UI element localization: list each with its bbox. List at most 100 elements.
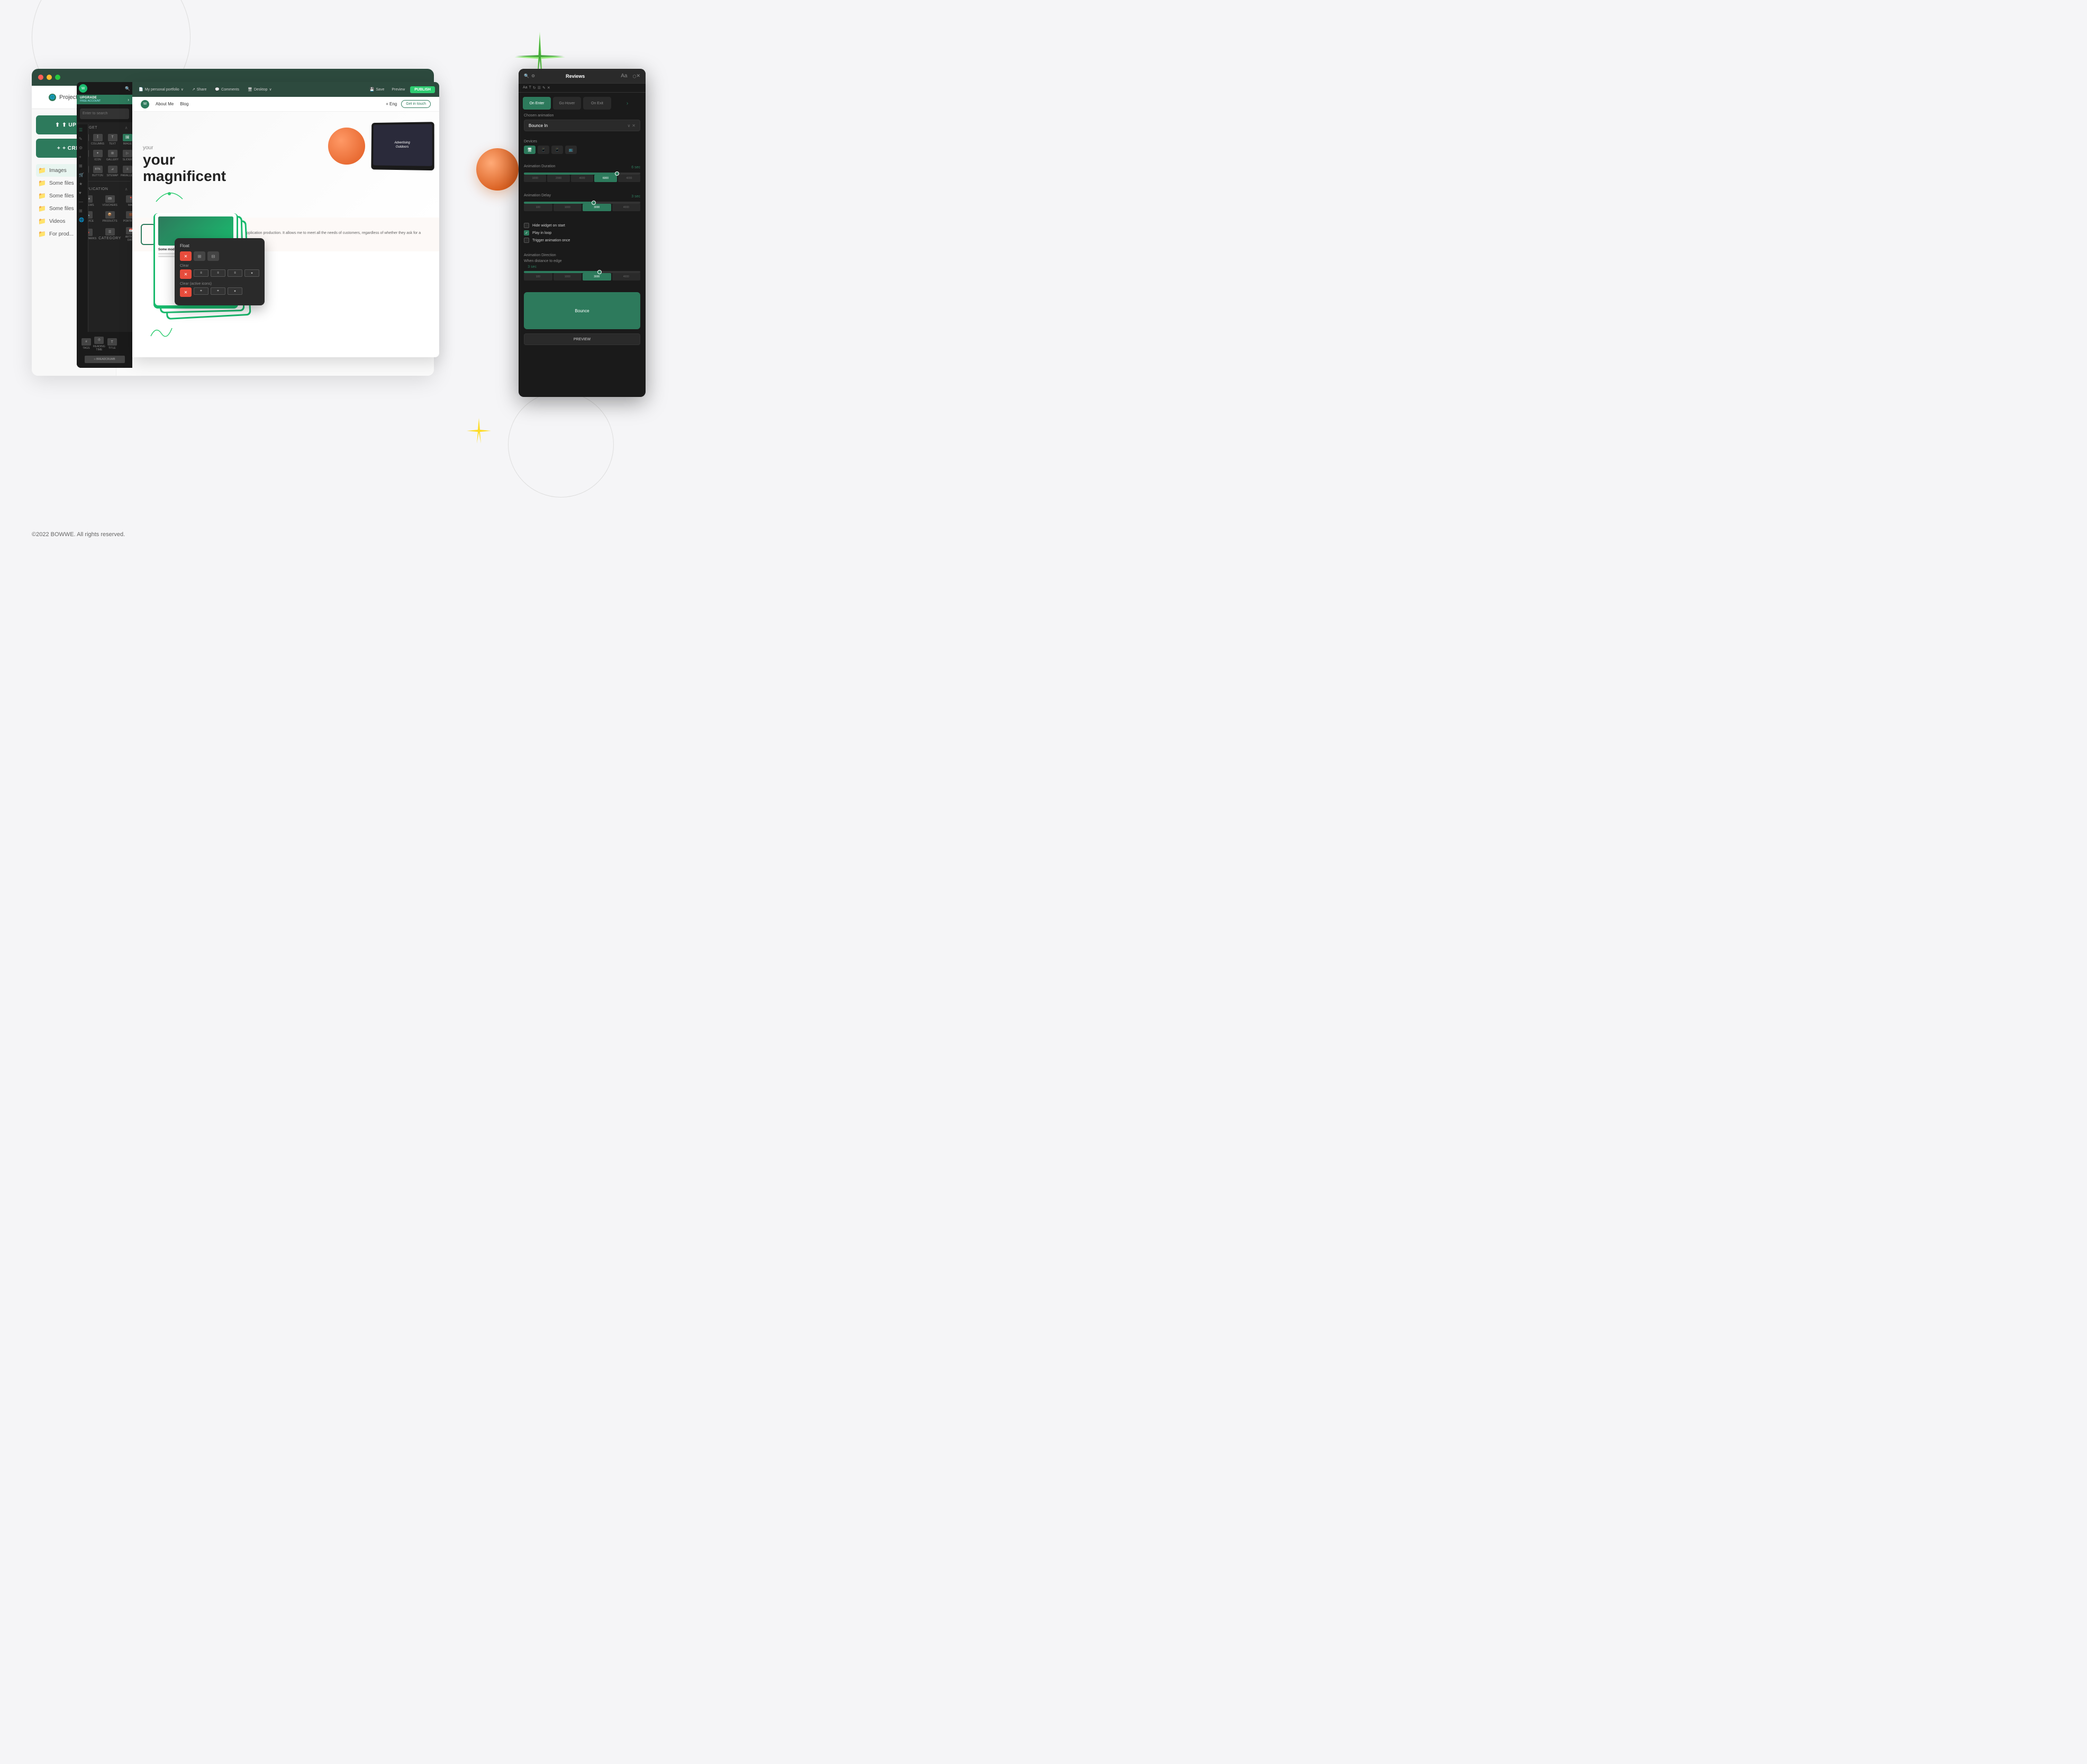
app-title-2[interactable]: T TITLE xyxy=(107,335,117,353)
minimize-dot[interactable] xyxy=(47,75,52,80)
widget-item-parallax[interactable]: ≡ PARALLEX xyxy=(120,164,132,179)
play-loop-checkbox[interactable]: ✓ xyxy=(524,230,529,236)
tab-go-hover[interactable]: Go Hover xyxy=(553,97,581,110)
anim-search-icon[interactable]: 🔍 xyxy=(524,74,529,78)
anim-expand-icon[interactable]: ⬡ xyxy=(632,74,636,79)
cart-icon[interactable]: 🛒 xyxy=(79,173,86,177)
sidebar-folder-label: Images xyxy=(49,168,67,174)
app-portfolio[interactable]: 💼 PORTFOLIO xyxy=(123,210,132,224)
float-input-4[interactable]: ✦ xyxy=(244,269,259,277)
tool-icon-6[interactable]: ✕ xyxy=(547,86,550,90)
app-vouchers[interactable]: 🎟 VOUCHERS xyxy=(98,194,122,209)
search-top-icon[interactable]: 🔍 xyxy=(125,86,130,91)
settings-icon[interactable]: ⚙ xyxy=(79,146,86,150)
nav-contact-btn[interactable]: Get in touch xyxy=(401,100,431,108)
comments-btn[interactable]: 💬 Comments xyxy=(213,86,241,93)
hide-widget-checkbox[interactable] xyxy=(524,223,529,228)
nav-about[interactable]: About Me xyxy=(156,102,174,106)
layers-icon[interactable]: ☰ xyxy=(79,128,86,132)
distance-thumb[interactable] xyxy=(597,270,602,274)
anim-preview-btn[interactable]: PREVIEW xyxy=(524,333,640,345)
float-clear-active-x[interactable]: ✕ xyxy=(180,287,192,297)
float-active-2[interactable]: ⌗ xyxy=(211,287,225,295)
reading-time-icon: ⏱ xyxy=(94,337,104,344)
duration-thumb[interactable] xyxy=(615,171,619,176)
anim-settings-icon[interactable]: ⚙ xyxy=(531,74,535,78)
app-products[interactable]: 📦 PRODUCTS xyxy=(98,210,122,224)
float-input-3[interactable]: ≡ xyxy=(228,269,242,277)
app-article-date[interactable]: 📅 ARTICLE DATE xyxy=(123,225,132,243)
distance-slider[interactable] xyxy=(524,271,640,273)
tab-on-exit[interactable]: On Exit xyxy=(583,97,611,110)
sitemap-icon: ⊿ xyxy=(108,166,117,173)
tool-icon-4[interactable]: ☰ xyxy=(538,86,541,90)
language-icon[interactable]: 🌐 xyxy=(79,218,86,222)
float-active-1[interactable]: ⌗ xyxy=(194,287,208,295)
float-active-3[interactable]: ✦ xyxy=(228,287,242,295)
desktop-selector[interactable]: 🖥 Desktop ∨ xyxy=(246,86,274,93)
anim-close-btn[interactable]: ✕ xyxy=(636,73,640,79)
widget-item-columns[interactable]: ⫿ COLUMNS xyxy=(90,132,105,147)
app-tags[interactable]: # TAGS xyxy=(81,335,92,353)
widget-item-text[interactable]: T TEXT xyxy=(106,132,119,147)
widget-item-button[interactable]: BTN BUTTON xyxy=(90,164,105,179)
sidebar-folder-label-2: Some files xyxy=(49,180,74,186)
share-btn[interactable]: ↗ Share xyxy=(190,86,209,93)
save-btn[interactable]: 💾 Save xyxy=(368,86,387,93)
widget-item-sitemap[interactable]: ⊿ SITEMAP xyxy=(106,164,119,179)
maximize-dot[interactable] xyxy=(55,75,60,80)
tab-on-enter[interactable]: On Enter xyxy=(523,97,551,110)
app-breadcrumb[interactable]: ›› BREADCRUMB xyxy=(79,354,130,366)
app-reading-time[interactable]: ⏱ READING TIME xyxy=(93,335,106,353)
delay-thumb[interactable] xyxy=(592,201,596,205)
add-icon[interactable]: + xyxy=(79,155,86,159)
float-close-btn[interactable]: ✕ xyxy=(180,251,192,261)
vouchers-icon: 🎟 xyxy=(105,195,115,203)
device-mobile[interactable]: 📱 xyxy=(551,146,563,154)
widget-item-image[interactable]: 🖼 IMAGE xyxy=(120,132,132,147)
aa-icon[interactable]: Aa xyxy=(621,73,627,79)
publish-btn[interactable]: PUBLISH xyxy=(410,86,435,93)
delay-slider[interactable] xyxy=(524,202,640,204)
tool-icon-5[interactable]: ✎ xyxy=(542,86,546,90)
device-tv[interactable]: 📺 xyxy=(565,146,577,154)
nav-blog[interactable]: Blog xyxy=(180,102,188,106)
upgrade-bar[interactable]: UPGRADE FREE ACCOUNT › xyxy=(77,95,132,104)
widget-item-icon[interactable]: ✦ ICON xyxy=(90,148,105,163)
duration-slider[interactable] xyxy=(524,173,640,175)
float-layout-1[interactable]: ⊞ xyxy=(194,251,205,261)
tab-arrow-next[interactable]: › xyxy=(613,97,641,110)
tabs-icon[interactable]: ⊞ xyxy=(79,209,86,213)
widget-section-toggle[interactable]: ∧ xyxy=(125,125,128,130)
animation-dropdown[interactable]: Bounce In ∨ ✕ xyxy=(524,120,640,131)
tool-icon-1[interactable]: Aa xyxy=(523,86,528,90)
article-date-icon: 📅 xyxy=(126,227,132,234)
float-popup: Float ✕ ⊞ ⊟ Clear ✕ ≡ ≡ ≡ ✦ Clear (activ… xyxy=(175,238,265,305)
heart-icon[interactable]: ♥ xyxy=(79,191,86,195)
tool-icon-3[interactable]: ↻ xyxy=(533,86,536,90)
preview-btn[interactable]: Preview xyxy=(389,87,407,93)
portfolio-selector[interactable]: 📄 My personal portfolio ∨ xyxy=(137,86,186,93)
float-layout-2[interactable]: ⊟ xyxy=(207,251,219,261)
app-category[interactable]: ☰ CATEGORY xyxy=(98,225,122,243)
grid-view-icon[interactable]: ⊞ xyxy=(79,164,86,168)
widget-search-input[interactable] xyxy=(80,108,129,119)
separator-icon[interactable]: — xyxy=(79,200,86,204)
close-dot[interactable] xyxy=(38,75,43,80)
widget-item-gallery[interactable]: ⊞ GALLERY xyxy=(106,148,119,163)
star-icon[interactable]: ★ xyxy=(79,182,86,186)
application-toggle[interactable]: ∧ xyxy=(125,187,128,192)
float-input-1[interactable]: ≡ xyxy=(194,269,208,277)
dropdown-close-icon[interactable]: ✕ xyxy=(632,123,636,128)
float-input-2[interactable]: ≡ xyxy=(211,269,225,277)
pen-icon[interactable]: ✎ xyxy=(79,137,86,141)
app-map[interactable]: 📍 MAP xyxy=(123,194,132,209)
tool-icon-2[interactable]: T xyxy=(529,86,531,90)
widget-item-slider[interactable]: ▷ SLIDER xyxy=(120,148,132,163)
trigger-once-checkbox[interactable] xyxy=(524,238,529,243)
expand-icon[interactable]: ⬡ xyxy=(632,74,636,79)
device-tablet[interactable]: 📱 xyxy=(538,146,549,154)
device-desktop[interactable]: 🖥 xyxy=(524,146,536,154)
nav-lang[interactable]: + Eng xyxy=(386,102,397,106)
float-clear-x[interactable]: ✕ xyxy=(180,269,192,279)
